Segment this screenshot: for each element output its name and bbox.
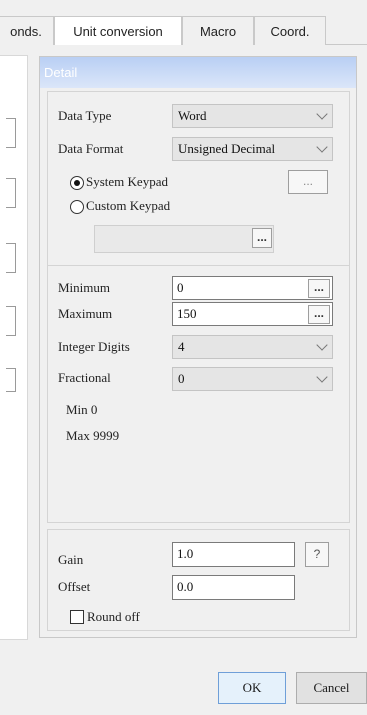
chevron-down-icon [316, 141, 328, 153]
max-info-text: Max 9999 [66, 428, 120, 443]
chevron-down-icon [316, 371, 328, 383]
tab-commands[interactable]: onds. [0, 16, 54, 45]
minimum-label: Minimum [58, 280, 111, 295]
system-keypad-radio[interactable] [70, 176, 84, 190]
maximum-label: Maximum [58, 306, 113, 321]
integer-digits-value: 4 [178, 339, 185, 354]
tab-macro[interactable]: Macro [182, 16, 254, 45]
fractional-value: 0 [178, 371, 185, 386]
left-field[interactable] [6, 178, 16, 208]
dialog-footer: OK Cancel [0, 668, 367, 715]
left-field[interactable] [6, 306, 16, 336]
round-off-checkbox[interactable] [70, 610, 84, 624]
detail-panel: Detail Data Type Word Data Format Unsign… [39, 56, 357, 638]
left-field[interactable] [6, 368, 16, 392]
offset-input[interactable]: 0.0 [172, 575, 295, 600]
fractional-label: Fractional [58, 370, 111, 385]
data-section: Data Type Word Data Format Unsigned Deci… [47, 91, 350, 266]
tab-unit-conversion[interactable]: Unit conversion [54, 16, 182, 45]
data-format-value: Unsigned Decimal [178, 141, 276, 156]
maximum-browse-button[interactable]: ... [308, 305, 330, 324]
data-format-select[interactable]: Unsigned Decimal [172, 137, 333, 161]
data-type-label: Data Type [58, 108, 112, 123]
chevron-down-icon [316, 339, 328, 351]
minimum-browse-button[interactable]: ... [308, 279, 330, 298]
custom-keypad-radio[interactable] [70, 200, 84, 214]
chevron-down-icon [316, 108, 328, 120]
tab-coord[interactable]: Coord. [254, 16, 326, 45]
integer-digits-select[interactable]: 4 [172, 335, 333, 359]
offset-label: Offset [58, 579, 91, 594]
scaling-section: Gain 1.0 ? Offset 0.0 Round off [47, 529, 350, 631]
range-section: Minimum 0 ... Maximum 150 ... Integer Di… [47, 265, 350, 523]
system-keypad-browse-button[interactable]: ... [288, 170, 328, 194]
detail-title: Detail [40, 57, 356, 88]
custom-keypad-label: Custom Keypad [86, 198, 171, 213]
system-keypad-label: System Keypad [86, 174, 168, 189]
integer-digits-label: Integer Digits [58, 339, 130, 354]
left-panel [0, 55, 28, 640]
gain-label: Gain [58, 552, 84, 567]
data-format-label: Data Format [58, 141, 124, 156]
gain-input[interactable]: 1.0 [172, 542, 295, 567]
gain-help-button[interactable]: ? [305, 542, 329, 567]
left-field[interactable] [6, 118, 16, 148]
data-type-select[interactable]: Word [172, 104, 333, 128]
custom-keypad-field[interactable] [94, 225, 274, 253]
ok-button[interactable]: OK [218, 672, 286, 704]
left-field[interactable] [6, 243, 16, 273]
fractional-select[interactable]: 0 [172, 367, 333, 391]
cancel-button[interactable]: Cancel [296, 672, 367, 704]
custom-keypad-browse-button[interactable]: ... [252, 228, 272, 248]
data-type-value: Word [178, 108, 207, 123]
tab-bar: onds. Unit conversion Macro Coord. [0, 0, 367, 45]
tab-bar-line [326, 44, 367, 45]
round-off-label: Round off [87, 609, 140, 624]
min-info-text: Min 0 [66, 402, 98, 417]
